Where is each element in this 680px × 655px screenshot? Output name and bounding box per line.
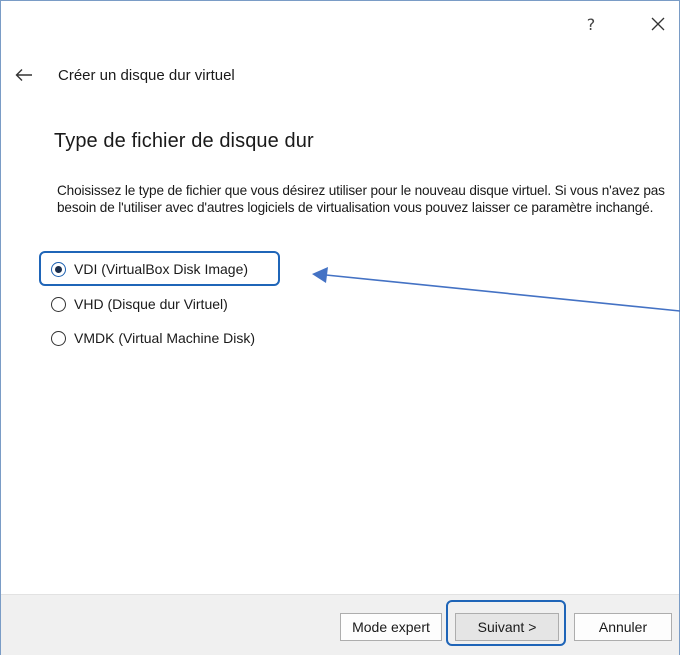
- radio-dot: [55, 265, 62, 273]
- radio-label-vmdk: VMDK (Virtual Machine Disk): [74, 330, 256, 346]
- radio-option-vdi[interactable]: VDI (VirtualBox Disk Image): [51, 257, 248, 281]
- expert-mode-button[interactable]: Mode expert: [340, 613, 442, 641]
- radio-label-vdi: VDI (VirtualBox Disk Image): [74, 261, 249, 277]
- page-description: Choisissez le type de fichier que vous d…: [57, 183, 665, 215]
- radio-button[interactable]: [51, 296, 66, 312]
- arrow-left-icon: [15, 69, 32, 81]
- close-icon: [651, 17, 665, 31]
- cancel-button[interactable]: Annuler: [574, 613, 672, 641]
- radio-label-vhd: VHD (Disque dur Virtuel): [74, 296, 228, 312]
- title-bar: ?: [1, 1, 679, 47]
- radio-option-vhd[interactable]: VHD (Disque dur Virtuel): [51, 292, 228, 316]
- back-button[interactable]: [11, 63, 37, 87]
- wizard-header: Créer un disque dur virtuel: [1, 57, 679, 95]
- radio-option-vmdk[interactable]: VMDK (Virtual Machine Disk): [51, 326, 255, 350]
- close-button[interactable]: [638, 10, 678, 38]
- radio-button-checked[interactable]: [51, 261, 66, 277]
- button-bar: Mode expert Suivant > Annuler: [1, 594, 679, 655]
- next-button[interactable]: Suivant >: [455, 613, 559, 641]
- help-button[interactable]: ?: [571, 10, 611, 38]
- wizard-title: Créer un disque dur virtuel: [58, 67, 235, 84]
- page-heading: Type de fichier de disque dur: [54, 130, 314, 152]
- radio-button[interactable]: [51, 330, 66, 346]
- dialog-window: ? Créer un disque dur virtuel Type de fi…: [0, 0, 680, 655]
